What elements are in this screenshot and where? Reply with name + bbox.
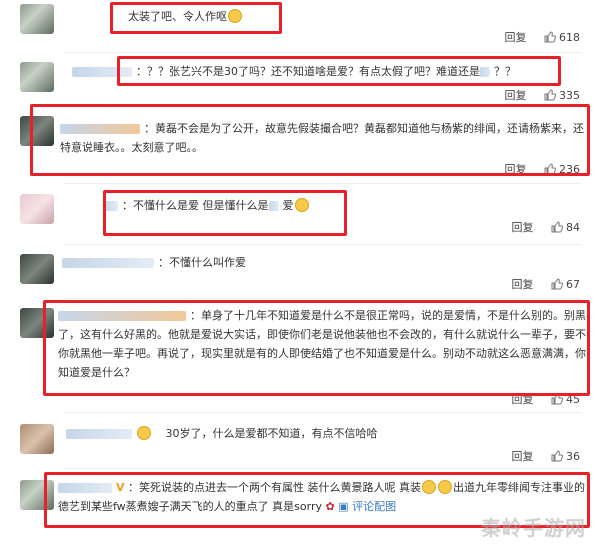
like-count: 67 — [566, 278, 580, 291]
comment-actions: 回复 67 — [512, 277, 581, 293]
highlight-box — [103, 190, 347, 236]
thumbs-up-icon[interactable] — [551, 450, 563, 462]
highlight-box — [30, 104, 590, 176]
highlight-box — [43, 300, 590, 396]
divider — [64, 298, 582, 299]
reply-button[interactable]: 回复 — [512, 278, 534, 291]
comment-text: ：不懂什么叫作爱 — [62, 253, 362, 272]
divider — [64, 183, 582, 184]
comment-actions: 回复 335 — [505, 88, 581, 104]
reply-button[interactable]: 回复 — [512, 221, 534, 234]
avatar[interactable] — [20, 194, 54, 224]
comment-text-content: ：不懂什么叫作爱 — [158, 256, 246, 269]
reply-button[interactable]: 回复 — [505, 89, 527, 102]
divider — [64, 412, 582, 413]
username[interactable] — [66, 429, 132, 439]
comment-actions: 回复 84 — [512, 220, 581, 236]
comment-actions: 回复 36 — [512, 449, 581, 465]
reply-button[interactable]: 回复 — [512, 450, 534, 463]
username[interactable] — [62, 258, 154, 268]
divider — [64, 52, 582, 53]
avatar[interactable] — [20, 254, 54, 284]
highlight-box — [117, 56, 561, 86]
reply-button[interactable]: 回复 — [505, 31, 527, 44]
thumbs-up-icon[interactable] — [544, 89, 556, 101]
thumbs-up-icon[interactable] — [551, 278, 563, 290]
highlight-box — [110, 2, 282, 34]
like-count: 36 — [566, 450, 580, 463]
like-count: 84 — [566, 221, 580, 234]
like-count: 335 — [559, 89, 580, 102]
thumbs-up-icon[interactable] — [544, 31, 556, 43]
divider — [64, 244, 582, 245]
comment-text: 30岁了，什么是爱都不知道，有点不信哈哈 — [66, 424, 406, 443]
avatar[interactable] — [20, 4, 54, 34]
avatar[interactable] — [20, 424, 54, 454]
divider — [64, 468, 582, 469]
watermark: 秦岭手游网 — [481, 516, 586, 540]
comment-text-content: 30岁了，什么是爱都不知道，有点不信哈哈 — [165, 427, 378, 440]
comment-actions: 回复 618 — [505, 30, 581, 46]
avatar[interactable] — [20, 62, 54, 92]
like-count: 618 — [559, 31, 580, 44]
laugh-emoji-icon — [137, 426, 151, 440]
thumbs-up-icon[interactable] — [551, 221, 563, 233]
